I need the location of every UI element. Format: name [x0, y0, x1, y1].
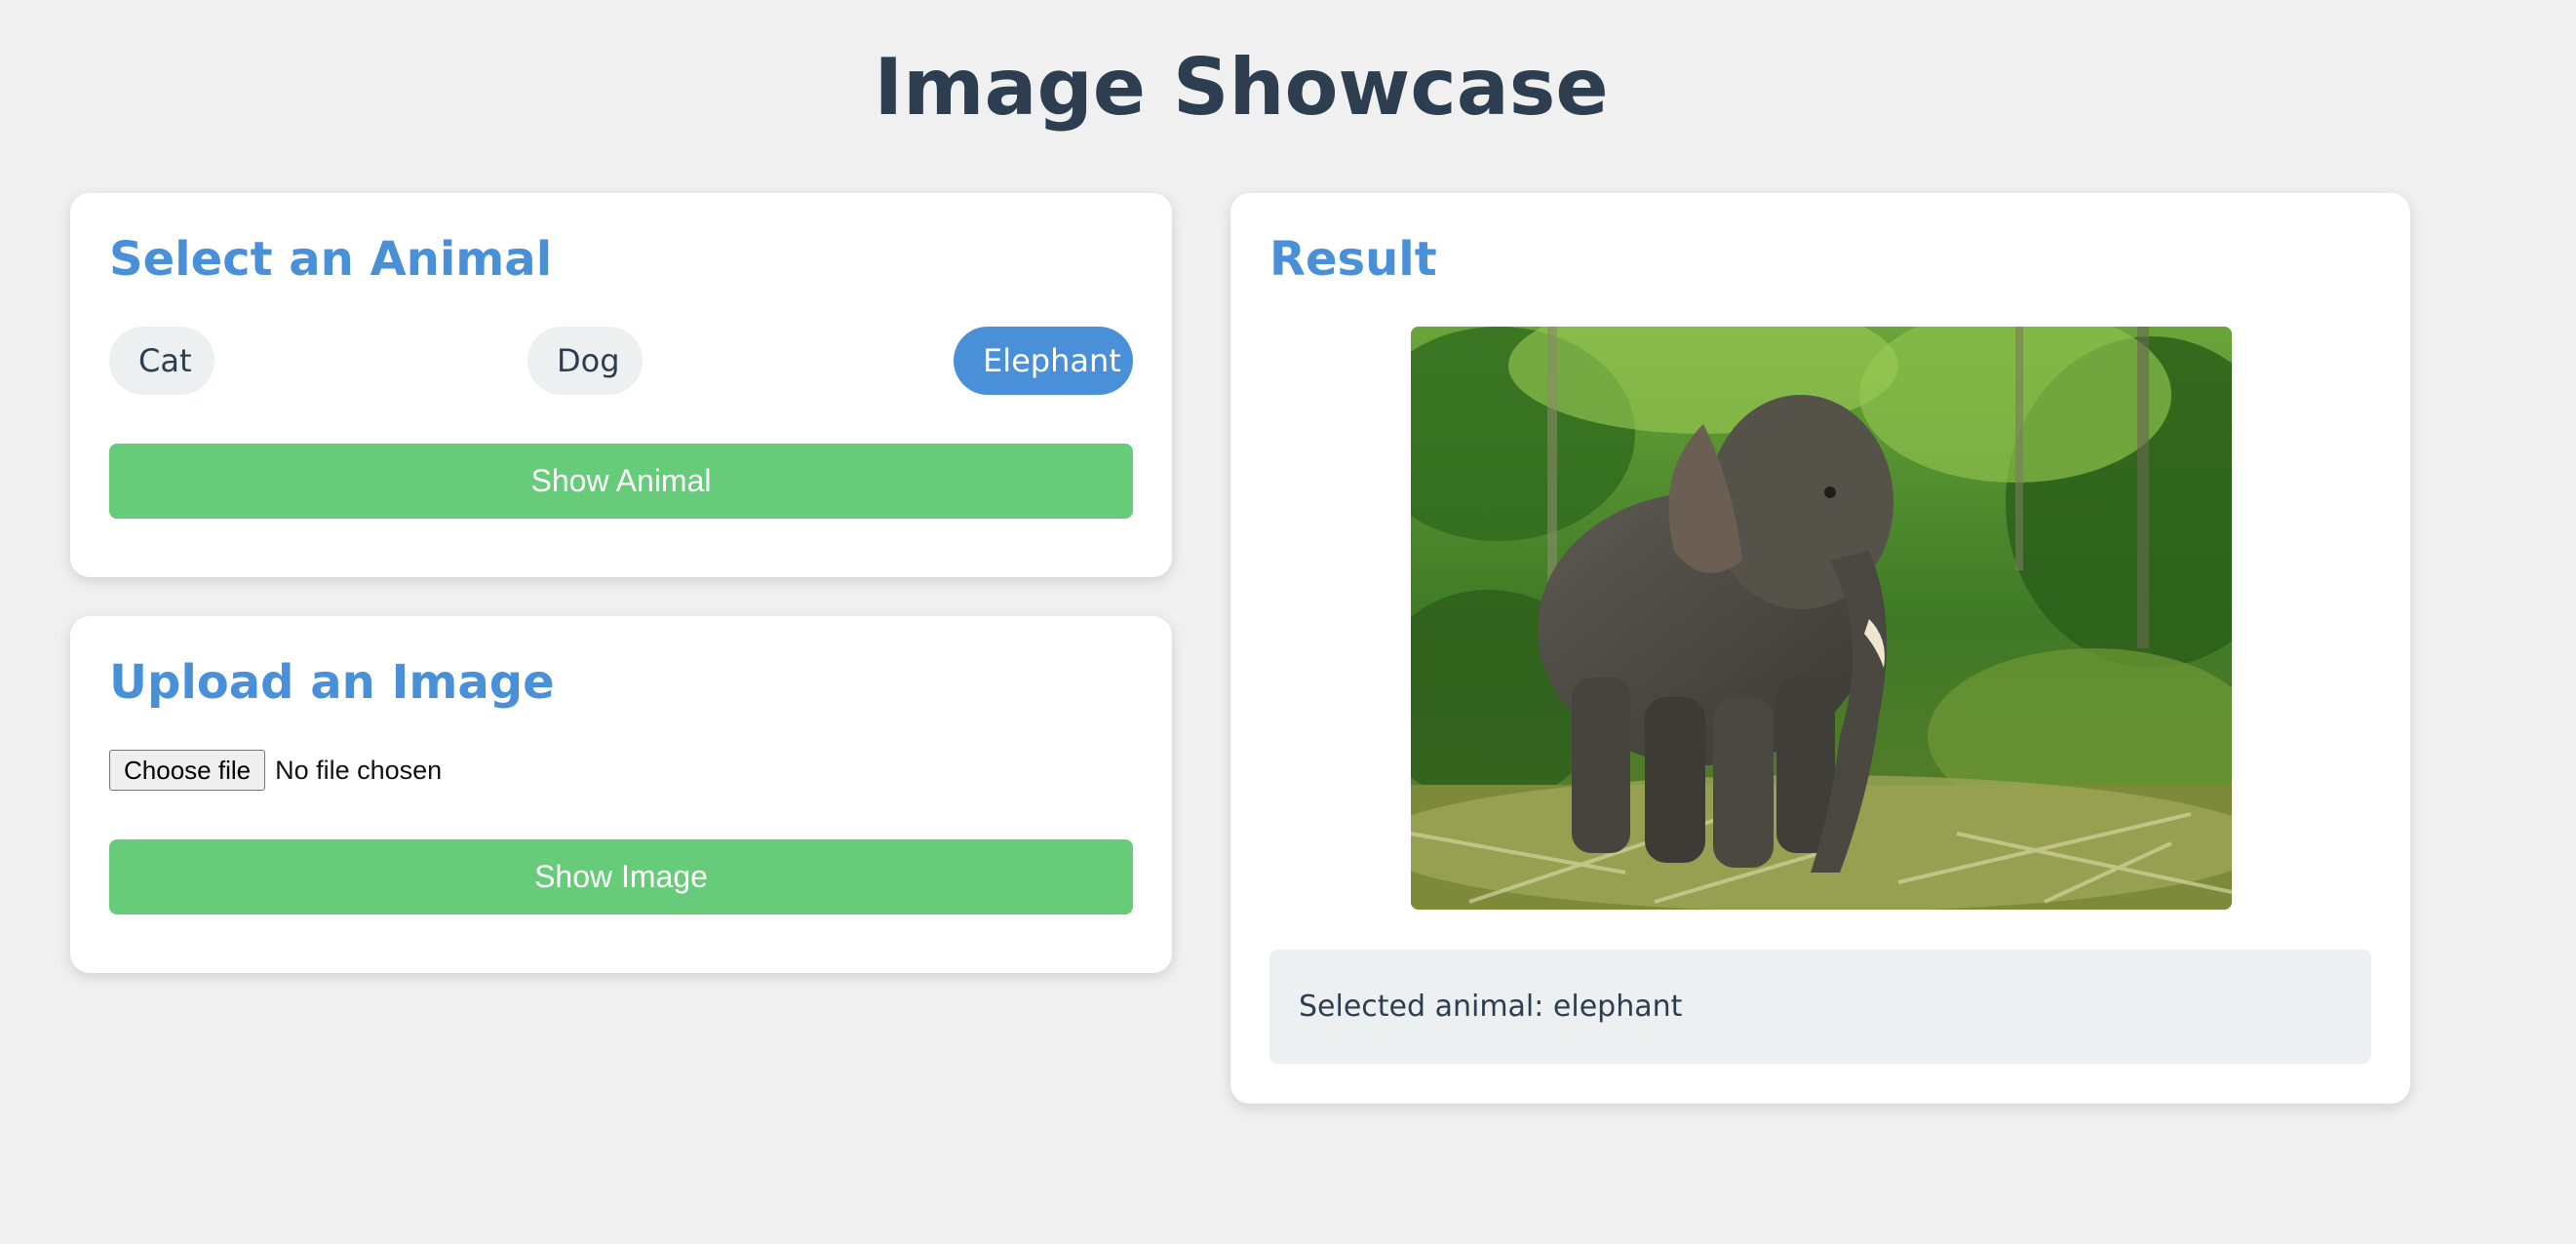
page-title: Image Showcase: [874, 42, 1609, 133]
elephant-photo: [1411, 327, 2232, 910]
show-animal-button[interactable]: Show Animal: [109, 444, 1133, 519]
result-text: Selected animal: elephant: [1269, 950, 2371, 1064]
animal-option-elephant[interactable]: Elephant: [954, 327, 1133, 395]
show-image-button[interactable]: Show Image: [109, 839, 1133, 914]
file-status-text: No file chosen: [275, 755, 443, 785]
choose-file-button[interactable]: Choose file: [109, 750, 266, 791]
animal-option-cat[interactable]: Cat: [109, 327, 215, 395]
result-card: Result Selected animal: elephant: [1230, 193, 2410, 1104]
upload-image-card: Upload an Image Choose file No file chos…: [70, 616, 1172, 973]
result-heading: Result: [1269, 232, 1437, 287]
upload-image-heading: Upload an Image: [109, 655, 555, 710]
animal-option-dog[interactable]: Dog: [527, 327, 643, 395]
file-input: Choose file No file chosen: [109, 750, 442, 791]
select-animal-heading: Select an Animal: [109, 232, 553, 287]
select-animal-card: Select an Animal Cat Dog Elephant Show A…: [70, 193, 1172, 577]
